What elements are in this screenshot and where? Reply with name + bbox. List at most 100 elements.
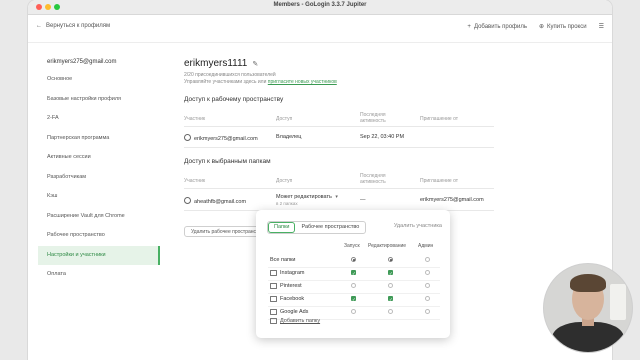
folder-row-label: Google Ads: [270, 309, 308, 315]
divider: [184, 147, 494, 148]
radio-admin-all[interactable]: [425, 257, 430, 262]
menu-icon[interactable]: ☰: [599, 23, 604, 30]
col-launch: Запуск: [344, 243, 360, 249]
list-item: Instagram ✓ ✓: [268, 267, 440, 281]
list-item: Все папки: [268, 254, 440, 268]
th-invitation: Приглашение от: [420, 178, 459, 184]
webcam-overlay: [543, 263, 633, 353]
buy-proxy-button[interactable]: ⊕ Купить прокси: [538, 23, 587, 31]
workspace-access-title: Доступ к рабочему пространству: [184, 96, 284, 103]
globe-icon: ⊕: [538, 24, 544, 30]
permission-tabs: Папки Рабочее пространство: [267, 221, 367, 234]
folder-icon: [270, 309, 277, 315]
lamp: [610, 284, 626, 320]
folder-icon: [270, 283, 277, 289]
add-profile-button[interactable]: + Добавить профиль: [467, 24, 527, 30]
folders-access-title: Доступ к выбранным папкам: [184, 158, 271, 165]
member-access: Владелец: [276, 134, 302, 140]
member-last-activity: —: [360, 197, 366, 203]
access-dropdown[interactable]: Может редактировать ▾ в 2 папках: [276, 194, 338, 206]
sidebar-item-2fa[interactable]: 2-FA: [38, 109, 160, 129]
add-folder-label: Добавить папку: [280, 318, 321, 324]
th-access: Доступ: [276, 178, 293, 184]
radio-launch[interactable]: [351, 283, 356, 288]
radio-launch[interactable]: [351, 309, 356, 314]
folder-name: Facebook: [280, 296, 305, 302]
checkbox-launch[interactable]: ✓: [351, 296, 356, 302]
checkbox-launch[interactable]: ✓: [351, 270, 356, 276]
checkbox-edit[interactable]: ✓: [388, 296, 393, 302]
checkbox-edit[interactable]: ✓: [388, 270, 393, 276]
radio-edit-all[interactable]: [388, 257, 393, 262]
list-item: Pinterest: [268, 280, 440, 294]
member-invited-by: erikmyers275@gmail.com: [420, 197, 484, 203]
th-access: Доступ: [276, 116, 293, 122]
title-bar: Members - GoLogin 3.3.7 Jupiter: [28, 0, 612, 15]
divider: [184, 126, 494, 127]
radio-admin[interactable]: [425, 283, 430, 288]
person-body: [552, 322, 624, 352]
arrow-left-icon: ←: [36, 23, 42, 29]
radio-admin[interactable]: [425, 270, 430, 275]
th-member: Участник: [184, 178, 206, 184]
folder-row-label: Pinterest: [270, 283, 302, 289]
folder-name: Google Ads: [280, 309, 309, 315]
plus-icon: +: [467, 23, 471, 30]
chevron-down-icon: ▾: [335, 194, 338, 200]
radio-admin[interactable]: [425, 309, 430, 314]
window-title: Members - GoLogin 3.3.7 Jupiter: [273, 2, 367, 8]
buy-proxy-label: Купить прокси: [547, 23, 587, 30]
toolbar: ← Вернуться к профилям + Добавить профил…: [28, 14, 612, 43]
remove-member-button[interactable]: Удалить участника: [394, 223, 442, 229]
sidebar-item-billing[interactable]: Оплата: [38, 265, 160, 285]
add-profile-label: Добавить профиль: [473, 23, 527, 30]
col-edit: Редактирование: [368, 243, 407, 249]
sidebar-item-workspace[interactable]: Рабочее пространство: [38, 226, 160, 246]
th-member: Участник: [184, 116, 206, 122]
radio-launch-all[interactable]: [351, 257, 356, 262]
sidebar-item-profile-settings[interactable]: Базовые настройки профиля: [38, 90, 160, 110]
sidebar-email: erikmyers275@gmail.com: [47, 59, 117, 65]
th-last-activity: Последняя активность: [360, 112, 386, 124]
back-label: Вернуться к профилям: [46, 23, 111, 29]
member-email: aheathfb@gmail.com: [194, 199, 247, 205]
table-row: erikmyers275@gmail.com: [184, 134, 258, 142]
folder-name: Pinterest: [280, 283, 302, 289]
sidebar-item-affiliate[interactable]: Партнерская программа: [38, 129, 160, 149]
tab-folders[interactable]: Папки: [268, 222, 295, 233]
list-item: Facebook ✓ ✓: [268, 293, 440, 307]
folder-permissions-popup: Папки Рабочее пространство Удалить участ…: [256, 210, 450, 338]
user-icon: [184, 134, 191, 141]
all-folders-label: Все папки: [270, 257, 296, 263]
sidebar-item-general[interactable]: Основное: [38, 70, 160, 90]
add-folder-button[interactable]: Добавить папку: [270, 318, 320, 324]
th-last-activity: Последняя активность: [360, 173, 386, 185]
sidebar-item-vault[interactable]: Расширение Vault для Chrome: [38, 207, 160, 227]
folder-icon: [270, 270, 277, 276]
user-icon: [184, 197, 191, 204]
folder-plus-icon: [270, 318, 277, 324]
folder-name: Instagram: [280, 270, 305, 276]
sidebar-item-members[interactable]: Настройки и участники: [38, 245, 160, 265]
settings-sidebar: erikmyers275@gmail.com Основное Базовые …: [38, 56, 160, 285]
folder-row-label: Instagram: [270, 270, 304, 276]
access-sub: в 2 папках: [276, 201, 298, 206]
back-to-profiles-button[interactable]: ← Вернуться к профилям: [36, 23, 110, 29]
folder-row-label: Facebook: [270, 296, 304, 302]
access-value: Может редактировать: [276, 194, 332, 200]
divider: [184, 188, 494, 189]
tab-workspace[interactable]: Рабочее пространство: [295, 222, 365, 233]
folder-icon: [270, 296, 277, 302]
radio-edit[interactable]: [388, 309, 393, 314]
col-admin: Админ: [418, 243, 434, 249]
member-email: erikmyers275@gmail.com: [194, 136, 258, 142]
table-row: aheathfb@gmail.com: [184, 197, 246, 205]
sidebar-item-cache[interactable]: Кэш: [38, 187, 160, 207]
toolbar-actions: + Добавить профиль ⊕ Купить прокси ☰: [467, 23, 604, 31]
person-hair: [570, 274, 606, 292]
sidebar-item-developers[interactable]: Разработчикам: [38, 168, 160, 188]
th-invitation: Приглашение от: [420, 116, 459, 122]
radio-admin[interactable]: [425, 296, 430, 301]
radio-edit[interactable]: [388, 283, 393, 288]
sidebar-item-sessions[interactable]: Активные сессии: [38, 148, 160, 168]
